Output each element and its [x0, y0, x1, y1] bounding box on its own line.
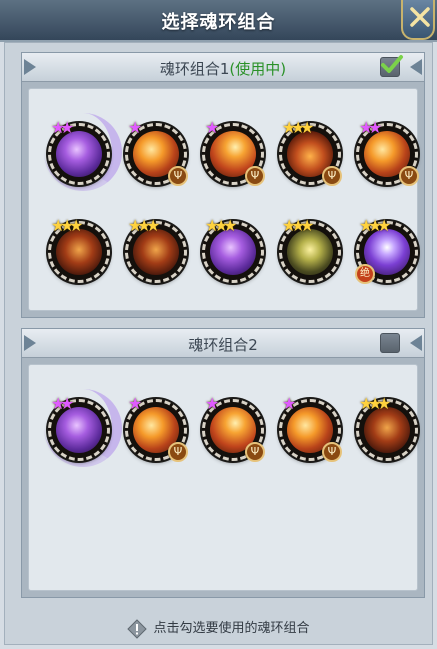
combo-2-soul-ring-4[interactable]: ★ Ψ	[279, 394, 342, 462]
soul-ring-art	[56, 229, 102, 275]
combo-panel-1: 魂环组合1(使用中) ★ ★ ★ Ψ ★ Ψ ★ ★ ★ Ψ ★ ★ Ψ ★ ★ ★ ★ ★ ★ ★ ★ ★ ★ ★ ★ ★ ★ ★ 绝	[21, 52, 425, 318]
combo-1-status: (使用中)	[229, 60, 287, 78]
trident-icon: Ψ	[322, 166, 342, 186]
star-icon: ★	[300, 216, 315, 235]
combo-1-soul-ring-8[interactable]: ★ ★ ★	[202, 216, 264, 283]
combo-2-soul-ring-5[interactable]: ★ ★ ★	[356, 394, 418, 461]
star-icon: ★	[205, 118, 220, 137]
star-icon: ★	[282, 394, 297, 413]
combo-1-soul-ring-7[interactable]: ★ ★ ★	[125, 216, 187, 283]
soul-ring-art	[364, 407, 410, 453]
star-icon: ★	[60, 118, 75, 137]
combo-panel-2: 魂环组合2 ★ ★ ★ Ψ ★ Ψ ★ Ψ ★ ★ ★	[21, 328, 425, 598]
combo-2-title: 魂环组合2	[188, 336, 258, 354]
star-icon: ★	[377, 216, 392, 235]
trident-icon: Ψ	[399, 166, 419, 186]
combo-1-header: 魂环组合1(使用中)	[22, 53, 424, 82]
footer-hint-text: 点击勾选要使用的魂环组合	[153, 621, 310, 636]
star-icon: ★	[69, 216, 84, 235]
star-icon: ★	[128, 118, 143, 137]
soul-ring-art	[133, 229, 179, 275]
window-title: 选择魂环组合	[161, 12, 276, 33]
combo-1-soul-ring-5[interactable]: ★ ★ Ψ	[356, 118, 419, 186]
warning-diamond-icon	[127, 618, 148, 639]
trident-icon: Ψ	[245, 166, 265, 186]
star-icon: ★	[205, 394, 220, 413]
close-button[interactable]	[401, 0, 435, 40]
combo-2-soul-ring-1[interactable]: ★ ★	[48, 394, 110, 461]
star-icon: ★	[146, 216, 161, 235]
trident-icon: Ψ	[245, 442, 265, 462]
star-icon: ★	[223, 216, 238, 235]
star-icon: ★	[368, 118, 383, 137]
trident-icon: Ψ	[168, 442, 188, 462]
combo-1-soul-ring-2[interactable]: ★ Ψ	[125, 118, 188, 186]
close-icon	[410, 7, 430, 27]
dialog-frame: 魂环组合1(使用中) ★ ★ ★ Ψ ★ Ψ ★ ★ ★ Ψ ★ ★ Ψ ★ ★ ★ ★ ★ ★ ★ ★ ★ ★ ★ ★ ★ ★ ★ 绝…	[4, 42, 433, 645]
trident-icon: Ψ	[322, 442, 342, 462]
combo-2-soul-ring-3[interactable]: ★ Ψ	[202, 394, 265, 462]
combo-2-checkbox[interactable]	[380, 333, 400, 353]
combo-1-soul-ring-3[interactable]: ★ Ψ	[202, 118, 265, 186]
title-bar: 选择魂环组合	[0, 0, 437, 42]
combo-1-soul-ring-1[interactable]: ★ ★	[48, 118, 110, 185]
star-icon: ★	[128, 394, 143, 413]
trident-icon: Ψ	[168, 166, 188, 186]
star-icon: ★	[300, 118, 315, 137]
combo-1-soul-ring-6[interactable]: ★ ★ ★	[48, 216, 110, 283]
combo-2-soul-ring-2[interactable]: ★ Ψ	[125, 394, 188, 462]
footer-hint: 点击勾选要使用的魂环组合	[0, 617, 437, 639]
star-icon: ★	[377, 394, 392, 413]
combo-2-header: 魂环组合2	[22, 329, 424, 358]
soul-ring-art	[56, 131, 102, 177]
combo-1-title: 魂环组合1(使用中)	[159, 60, 287, 78]
combo-1-soul-ring-9[interactable]: ★ ★ ★	[279, 216, 341, 283]
combo-1-soul-ring-10[interactable]: ★ ★ ★ 绝	[355, 216, 418, 284]
combo-2-ring-grid: ★ ★ ★ Ψ ★ Ψ ★ Ψ ★ ★ ★	[28, 364, 418, 591]
soul-ring-art	[56, 407, 102, 453]
star-icon: ★	[60, 394, 75, 413]
soul-ring-art	[210, 229, 256, 275]
ultimate-badge: 绝	[355, 264, 375, 284]
combo-1-ring-grid: ★ ★ ★ Ψ ★ Ψ ★ ★ ★ Ψ ★ ★ Ψ ★ ★ ★ ★ ★ ★ ★ ★ ★ ★ ★ ★ ★ ★ ★ 绝	[28, 88, 419, 311]
checkmark-icon	[381, 55, 403, 73]
combo-1-checkbox[interactable]	[380, 55, 403, 77]
combo-1-soul-ring-4[interactable]: ★ ★ ★ Ψ	[279, 118, 342, 186]
soul-ring-art	[287, 229, 333, 275]
